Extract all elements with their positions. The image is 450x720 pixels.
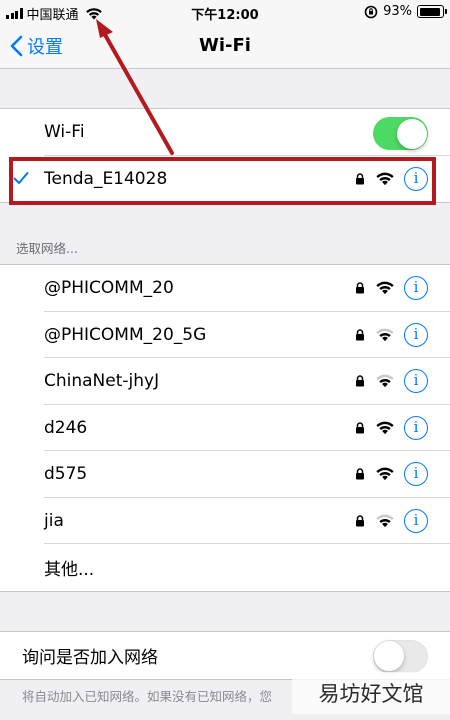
wifi-strength-icon [376,514,394,527]
battery-percent: 93% [383,4,412,19]
network-name: @PHICOMM_20 [44,278,174,299]
lock-icon [356,468,364,480]
choose-network-header: 选取网络... [16,241,78,256]
lock-icon [356,282,364,294]
wifi-toggle-label: Wi-Fi [44,122,85,143]
network-name: ChinaNet-jhyJ [44,371,160,392]
watermark: 易坊好文馆 [292,672,450,714]
info-icon[interactable]: i [404,322,428,347]
page-title: Wi-Fi [199,35,251,56]
other-network-label: 其他... [44,559,95,580]
ask-join-toggle-switch[interactable] [373,640,428,673]
wifi-toggle-row: Wi-Fi [0,109,450,156]
lock-icon [356,328,364,340]
orientation-lock-icon [364,5,378,18]
ask-join-label: 询问是否加入网络 [22,647,158,668]
network-name: jia [44,510,64,531]
navigation-bar: 设置 Wi-Fi [0,24,450,69]
status-bar: 中国联通 下午12:00 93% [0,0,450,24]
network-row[interactable]: d575 i [0,451,450,498]
wifi-strength-icon [376,328,394,341]
battery-icon [417,5,447,18]
network-row[interactable]: jia i [0,498,450,544]
network-name: d246 [44,417,88,438]
network-name: @PHICOMM_20_5G [44,324,207,345]
lock-icon [356,375,364,387]
info-icon[interactable]: i [404,369,428,393]
lock-icon [356,514,364,526]
network-row[interactable]: ChinaNet-jhyJ i [0,358,450,405]
wifi-strength-icon [376,374,394,388]
network-row[interactable]: @PHICOMM_20 i [0,265,450,312]
network-list: @PHICOMM_20 i @PHICOMM_20_5G i ChinaNet-jhyJ… [0,264,450,592]
info-icon[interactable]: i [404,508,428,533]
wifi-strength-icon [376,281,394,295]
network-row[interactable]: @PHICOMM_20_5G i [0,312,450,358]
battery-fill [419,7,440,16]
wifi-toggle-switch[interactable] [373,117,428,150]
other-network-row[interactable]: 其他... [0,544,450,591]
annotation-highlight-box [9,157,436,205]
info-icon[interactable]: i [404,415,428,440]
wifi-strength-icon [376,421,394,434]
status-right: 93% [364,4,447,19]
footer-note: 将自动加入已知网络。如果没有已知网络，您 [22,689,273,704]
info-icon[interactable]: i [404,276,428,300]
wifi-strength-icon [376,467,394,481]
info-icon[interactable]: i [404,462,428,486]
network-name: d575 [44,464,88,485]
lock-icon [356,421,364,433]
network-row[interactable]: d246 i [0,405,450,451]
